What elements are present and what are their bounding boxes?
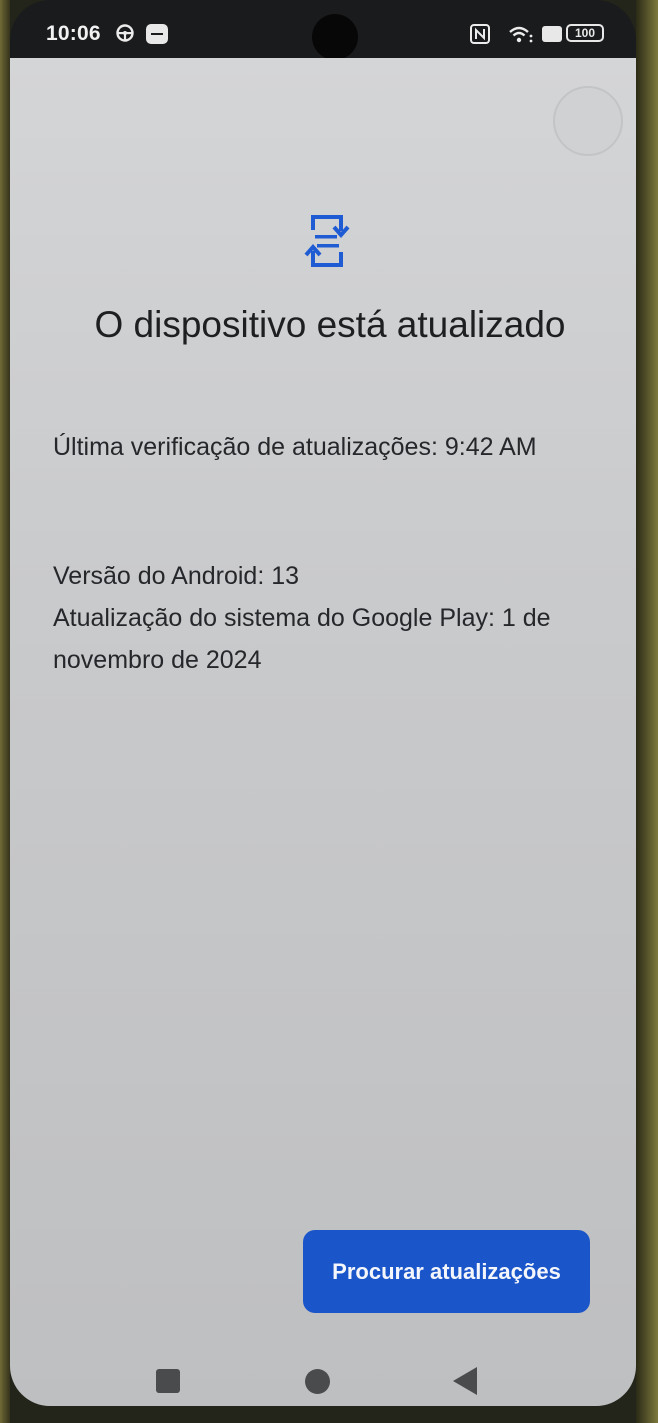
android-version-text: Versão do Android: 13 [53,562,300,590]
back-icon[interactable] [453,1367,477,1395]
system-update-icon [304,215,350,267]
steering-wheel-icon [116,24,134,42]
front-camera [312,14,358,60]
status-bar: 10:06 100 [10,0,636,60]
recents-icon[interactable] [156,1369,180,1393]
sim-icon [542,26,562,42]
check-updates-button[interactable]: Procurar atualizações [303,1230,590,1313]
wifi-icon [509,26,533,43]
nfc-icon [470,24,490,44]
play-system-update-text: Atualização do sistema do Google Play: 1… [53,604,551,674]
battery-icon: 100 [566,24,604,42]
status-time: 10:06 [46,22,101,45]
version-info: Versão do Android: 13 Atualização do sis… [53,555,593,681]
device-bezel-right [636,0,658,1423]
home-icon[interactable] [305,1369,330,1394]
floating-touch-button[interactable] [553,86,623,156]
phone-device: 10:06 100 O dispositivo está atualizado … [0,0,658,1423]
device-bezel-left [0,0,10,1423]
page-title: O dispositivo está atualizado [94,304,566,345]
system-update-screen: O dispositivo está atualizado Última ver… [10,58,636,1406]
last-check-text: Última verificação de atualizações: 9:42… [53,433,537,461]
message-icon [146,24,168,44]
